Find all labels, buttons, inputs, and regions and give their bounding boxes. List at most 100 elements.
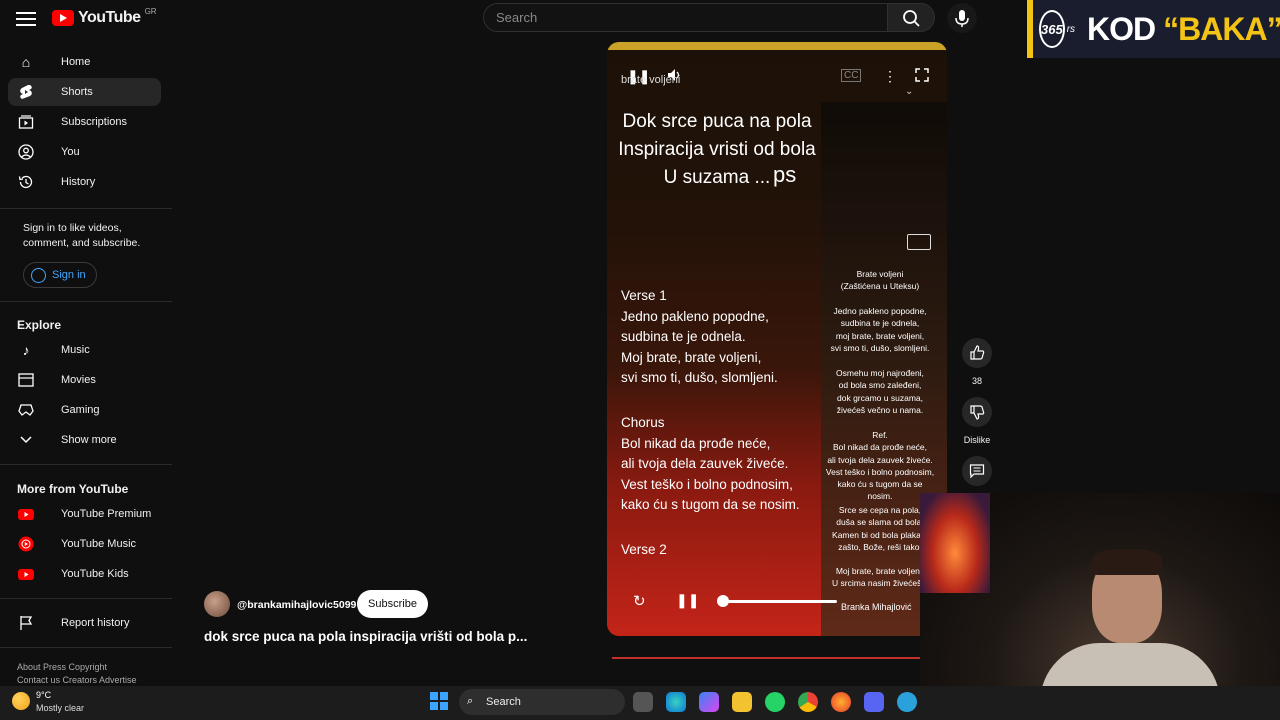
poster-line: U srcima nasim živećeš ti xyxy=(832,578,928,589)
poster-line: Srce se cepa na pola, xyxy=(838,505,922,515)
like-button[interactable] xyxy=(962,338,992,368)
sidebar-item-label: Gaming xyxy=(61,404,100,416)
weather-temperature[interactable]: 9°C xyxy=(36,690,51,700)
film-icon xyxy=(17,371,35,389)
lyric-line: ali tvoja dela zauvek živeće. xyxy=(621,456,789,471)
verse-title: Verse 1 xyxy=(621,288,667,303)
verse2-title: Verse 2 xyxy=(621,542,667,557)
short-title[interactable]: dok srce puca na pola inspiracija vrišti… xyxy=(204,629,527,644)
headline-line: Dok srce puca na pola xyxy=(622,111,812,132)
video-progress-bar[interactable] xyxy=(612,657,920,659)
poster-line: svi smo ti, dušo, slomljeni. xyxy=(830,342,930,353)
thumbs-up-icon xyxy=(970,345,985,360)
shorts-icon xyxy=(17,83,35,101)
sidebar-divider xyxy=(0,464,172,465)
lyric-line: Moj brate, brate voljeni, xyxy=(621,349,762,365)
chrome-icon[interactable] xyxy=(798,692,818,712)
voice-search-button[interactable] xyxy=(947,3,977,33)
signin-button[interactable]: Sign in xyxy=(23,262,97,288)
poster-line: Ref. xyxy=(872,430,888,440)
sidebar-item-label: Music xyxy=(61,344,90,356)
taskbar-search-icon: ⌕ xyxy=(467,695,474,707)
lyric-line: Bol nikad da prođe neće, xyxy=(621,435,771,451)
search-button[interactable] xyxy=(887,3,935,32)
poster-stanza: Srce se cepa na pola, duša se slama od b… xyxy=(825,504,935,553)
sidebar-item-show-more[interactable]: Show more xyxy=(8,426,161,454)
poster-stanza: Moj brate, brate voljeni, U srcima nasim… xyxy=(825,565,935,590)
chevron-down-icon xyxy=(17,431,35,449)
weather-icon[interactable] xyxy=(12,692,30,710)
brand-baka: “BAKA” xyxy=(1163,10,1280,47)
sidebar-item-youtube-premium[interactable]: YouTube Premium xyxy=(8,500,161,528)
dislike-button[interactable] xyxy=(962,397,992,427)
explore-title: Explore xyxy=(17,318,62,332)
copilot-icon[interactable] xyxy=(699,692,719,712)
poster-line: Kamen bi od bola plakao, xyxy=(832,529,928,540)
lyric-line: svi smo ti, dušo, slomljeni. xyxy=(621,370,778,385)
comment-icon xyxy=(969,464,985,479)
lyric-line: kako ću s tugom da se nosim. xyxy=(621,497,800,512)
weather-description[interactable]: Mostly clear xyxy=(36,703,84,713)
channel-avatar[interactable] xyxy=(204,591,230,617)
more-options-icon[interactable]: ⋮ xyxy=(883,68,897,85)
sidebar-divider xyxy=(0,598,172,599)
video-handle-text: brate voljeni xyxy=(621,74,681,86)
dislike-label: Dislike xyxy=(963,435,991,445)
chorus-block: Chorus Bol nikad da prođe neće, ali tvoj… xyxy=(621,413,800,516)
cast-icon[interactable] xyxy=(907,234,931,250)
poster-stanza: Jedno pakleno popodne, sudbina te je odn… xyxy=(825,305,935,354)
flag-icon xyxy=(17,614,35,632)
task-view-icon[interactable] xyxy=(633,692,653,712)
sidebar-item-youtube-music[interactable]: YouTube Music xyxy=(8,530,161,558)
thumbs-down-icon xyxy=(970,405,985,420)
sidebar-item-history[interactable]: History xyxy=(8,168,161,196)
poster-stanza: Osmehu moj najrođeni, od bola smo zaleđe… xyxy=(825,367,935,416)
sidebar-item-music[interactable]: ♪ Music xyxy=(8,336,161,364)
sidebar-item-report-history[interactable]: Report history xyxy=(8,609,161,637)
comments-button[interactable] xyxy=(962,456,992,486)
progress-handle[interactable] xyxy=(717,595,729,607)
sidebar-item-subscriptions[interactable]: Subscriptions xyxy=(8,108,161,136)
poster-line: kako ću s tugom da se nosim. xyxy=(837,479,923,502)
edge-icon[interactable] xyxy=(666,692,686,712)
sidebar-item-youtube-kids[interactable]: YouTube Kids xyxy=(8,560,161,588)
collapse-chevron-icon[interactable]: ⌄ xyxy=(905,86,913,97)
windows-start-icon[interactable] xyxy=(430,692,448,710)
sidebar-item-you[interactable]: You xyxy=(8,138,161,166)
sidebar-item-movies[interactable]: Movies xyxy=(8,366,161,394)
telegram-icon[interactable] xyxy=(897,692,917,712)
youtube-wordmark: YouTube xyxy=(78,9,141,26)
sidebar-item-label: Show more xyxy=(61,434,117,446)
you-icon xyxy=(17,143,35,161)
search-input[interactable]: Search xyxy=(483,3,887,32)
poster-line: od bola smo zaleđeni, xyxy=(838,380,922,391)
captions-icon[interactable]: CC xyxy=(841,69,862,82)
sidebar-divider xyxy=(0,208,172,209)
sidebar-item-label: YouTube Kids xyxy=(61,568,129,580)
sidebar-item-home[interactable]: ⌂ Home xyxy=(8,48,161,76)
youtube-music-icon xyxy=(17,535,35,553)
microphone-icon xyxy=(955,10,969,27)
fullscreen-icon[interactable] xyxy=(915,68,929,85)
player-pause-icon[interactable]: ❚❚ xyxy=(676,592,699,609)
music-note-icon: ♪ xyxy=(22,342,30,358)
footer-links[interactable]: About Press Copyright xyxy=(17,662,107,672)
shorts-player[interactable]: ❚❚ brate voljeni CC ⋮ ⌄ Dok srce puca na… xyxy=(607,42,947,636)
youtube-logo[interactable]: YouTube GR xyxy=(52,7,157,27)
whatsapp-icon[interactable] xyxy=(765,692,785,712)
sidebar-item-label: YouTube Music xyxy=(61,538,137,550)
discord-icon[interactable] xyxy=(864,692,884,712)
taskbar-search[interactable]: Search xyxy=(459,689,625,715)
firefox-icon[interactable] xyxy=(831,692,851,712)
menu-icon[interactable] xyxy=(16,8,36,28)
sidebar-item-gaming[interactable]: Gaming xyxy=(8,396,161,424)
channel-handle[interactable]: @brankamihajlovic5099 xyxy=(237,599,356,611)
subscribe-button[interactable]: Subscribe xyxy=(357,590,428,618)
file-explorer-icon[interactable] xyxy=(732,692,752,712)
sidebar-item-label: Home xyxy=(61,56,91,68)
replay-icon[interactable]: ↻ xyxy=(633,592,646,610)
footer-links[interactable]: Contact us Creators Advertise xyxy=(17,675,137,685)
sidebar-item-shorts[interactable]: Shorts xyxy=(8,78,161,106)
progress-track[interactable] xyxy=(717,600,837,603)
sidebar-item-label: History xyxy=(61,176,96,188)
